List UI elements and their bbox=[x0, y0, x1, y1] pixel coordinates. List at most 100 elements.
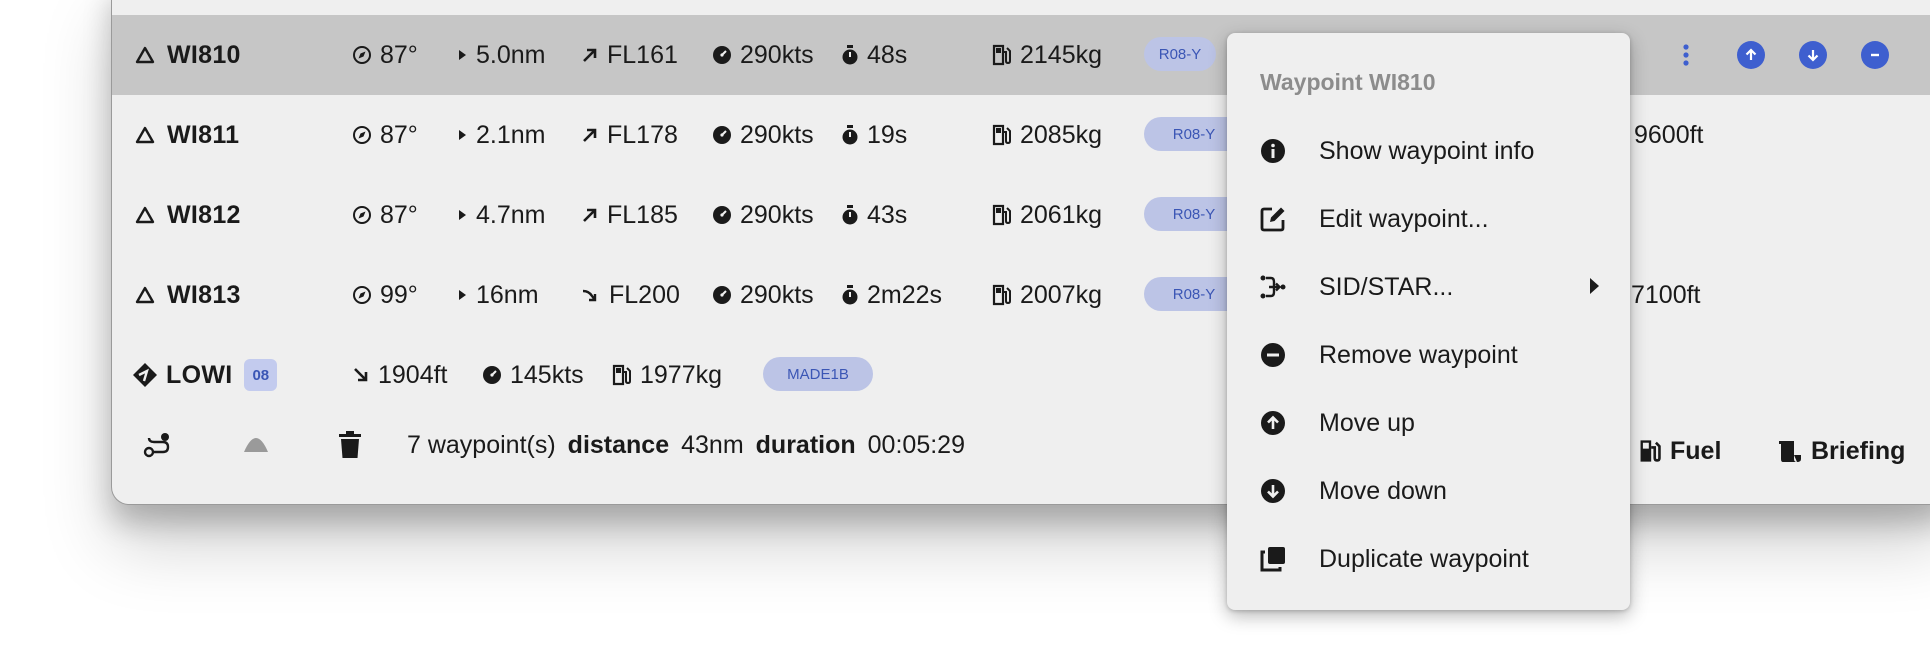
fuel-value: 2145kg bbox=[1020, 40, 1103, 69]
waypoint-name: WI812 bbox=[167, 200, 241, 229]
waypoint-name: WI813 bbox=[167, 280, 241, 309]
time-value: 48s bbox=[867, 40, 908, 69]
move-down-button[interactable] bbox=[1799, 41, 1827, 69]
menu-item-show-info[interactable]: Show waypoint info bbox=[1227, 121, 1630, 181]
context-menu-title: Waypoint WI810 bbox=[1260, 69, 1436, 95]
distance-cell: 16nm bbox=[456, 255, 539, 335]
altitude-cell: FL185 bbox=[581, 175, 678, 255]
fuel-value: 2061kg bbox=[1020, 200, 1103, 229]
waypoint-row[interactable]: WI810 87° 5.0nm FL161 290kts 48s 2145kg … bbox=[112, 15, 1930, 95]
waypoint-name-cell: WI811 bbox=[135, 95, 239, 175]
altitude-value: FL200 bbox=[609, 280, 680, 309]
fuel-pump-icon bbox=[992, 44, 1012, 66]
menu-item-move-down[interactable]: Move down bbox=[1227, 461, 1630, 521]
remove-icon bbox=[1258, 340, 1288, 370]
waypoint-context-menu: Waypoint WI810 Show waypoint info Edit w… bbox=[1227, 33, 1630, 610]
fuel-value: 2007kg bbox=[1020, 280, 1103, 309]
menu-item-duplicate[interactable]: Duplicate waypoint bbox=[1227, 529, 1630, 589]
delete-plan-button[interactable] bbox=[338, 400, 362, 490]
speed-value: 290kts bbox=[740, 120, 814, 149]
play-arrow-icon bbox=[456, 288, 468, 302]
waypoint-name-cell: WI813 bbox=[135, 255, 241, 335]
time-cell: 2m22s bbox=[841, 255, 942, 335]
speed-cell: 290kts bbox=[712, 15, 814, 95]
climb-arrow-icon bbox=[581, 126, 599, 144]
waypoint-count: 7 waypoint(s) bbox=[407, 430, 556, 459]
speedometer-icon bbox=[712, 45, 732, 65]
speedometer-icon bbox=[712, 125, 732, 145]
distance-label: distance bbox=[567, 430, 670, 459]
route-button[interactable] bbox=[142, 400, 172, 490]
briefing-scroll-icon bbox=[1777, 438, 1803, 464]
compass-icon bbox=[352, 205, 372, 225]
airport-icon bbox=[132, 362, 158, 388]
move-up-button[interactable] bbox=[1737, 41, 1765, 69]
terrain-button[interactable] bbox=[242, 400, 270, 490]
destination-fuel-value: 1977kg bbox=[640, 360, 723, 389]
speed-value: 290kts bbox=[740, 280, 814, 309]
fuel-pump-icon bbox=[992, 124, 1012, 146]
constraint-value: 9600ft bbox=[1634, 120, 1704, 149]
altitude-value: FL178 bbox=[607, 120, 678, 149]
waypoint-name: WI810 bbox=[167, 40, 241, 69]
flight-plan-panel: WI810 87° 5.0nm FL161 290kts 48s 2145kg … bbox=[111, 0, 1930, 505]
compass-icon bbox=[352, 45, 372, 65]
distance-cell: 4.7nm bbox=[456, 175, 545, 255]
waypoint-row[interactable]: WI811 87° 2.1nm FL178 290kts 19s 2085kg … bbox=[112, 95, 1930, 175]
waypoint-name: WI811 bbox=[167, 120, 240, 149]
duration-label: duration bbox=[755, 430, 856, 459]
menu-item-label: Edit waypoint... bbox=[1319, 204, 1489, 233]
destination-name: LOWI bbox=[166, 360, 233, 389]
fuel-cell: 2061kg bbox=[992, 175, 1102, 255]
heading-value: 87° bbox=[380, 120, 418, 149]
climb-arrow-icon bbox=[581, 46, 599, 64]
menu-item-edit[interactable]: Edit waypoint... bbox=[1227, 189, 1630, 249]
menu-item-remove[interactable]: Remove waypoint bbox=[1227, 325, 1630, 385]
heading-cell: 87° bbox=[352, 95, 418, 175]
distance-value: 16nm bbox=[476, 280, 539, 309]
heading-value: 87° bbox=[380, 40, 418, 69]
distance-cell: 2.1nm bbox=[456, 95, 545, 175]
fuel-button[interactable]: Fuel bbox=[1638, 406, 1721, 496]
menu-item-move-up[interactable]: Move up bbox=[1227, 393, 1630, 453]
time-value: 2m22s bbox=[867, 280, 943, 309]
fuel-pump-icon bbox=[612, 364, 632, 386]
heading-cell: 99° bbox=[352, 255, 418, 335]
speed-cell: 290kts bbox=[712, 175, 814, 255]
more-vert-icon bbox=[1683, 44, 1689, 66]
triangle-icon bbox=[135, 286, 155, 304]
speed-cell: 290kts bbox=[712, 95, 814, 175]
stopwatch-icon bbox=[841, 285, 859, 305]
play-arrow-icon bbox=[456, 128, 468, 142]
distance-total: 43nm bbox=[681, 430, 744, 459]
more-menu-button[interactable] bbox=[1682, 15, 1690, 95]
menu-item-sid-star[interactable]: SID/STAR... bbox=[1227, 257, 1630, 317]
triangle-icon bbox=[135, 46, 155, 64]
stopwatch-icon bbox=[841, 205, 859, 225]
briefing-button[interactable]: Briefing bbox=[1777, 406, 1905, 496]
level-off-arrow-icon bbox=[581, 286, 601, 304]
plan-footer: 7 waypoint(s) distance 43nm duration 00:… bbox=[112, 400, 1930, 490]
fuel-pump-icon bbox=[992, 204, 1012, 226]
distance-value: 2.1nm bbox=[476, 120, 546, 149]
speed-cell: 290kts bbox=[712, 255, 814, 335]
menu-item-label: Remove waypoint bbox=[1319, 340, 1518, 369]
triangle-icon bbox=[135, 206, 155, 224]
edit-icon bbox=[1258, 204, 1288, 234]
destination-altitude-value: 1904ft bbox=[378, 360, 448, 389]
waypoint-row[interactable]: WI813 99° 16nm FL200 290kts 2m22s 2007kg… bbox=[112, 255, 1930, 335]
duplicate-icon bbox=[1258, 544, 1288, 574]
distance-value: 4.7nm bbox=[476, 200, 546, 229]
waypoint-row[interactable]: WI812 87° 4.7nm FL185 290kts 43s 2061kg … bbox=[112, 175, 1930, 255]
fuel-pump-icon bbox=[1638, 438, 1662, 464]
heading-value: 87° bbox=[380, 200, 418, 229]
heading-cell: 87° bbox=[352, 15, 418, 95]
trash-icon bbox=[339, 431, 361, 458]
runway-badge: 08 bbox=[244, 359, 278, 391]
time-cell: 48s bbox=[841, 15, 907, 95]
remove-button[interactable] bbox=[1861, 41, 1889, 69]
sid-star-icon bbox=[1258, 272, 1288, 302]
procedure-badge: R08-Y bbox=[1144, 37, 1216, 71]
descent-arrow-icon bbox=[352, 366, 370, 384]
stopwatch-icon bbox=[841, 125, 859, 145]
